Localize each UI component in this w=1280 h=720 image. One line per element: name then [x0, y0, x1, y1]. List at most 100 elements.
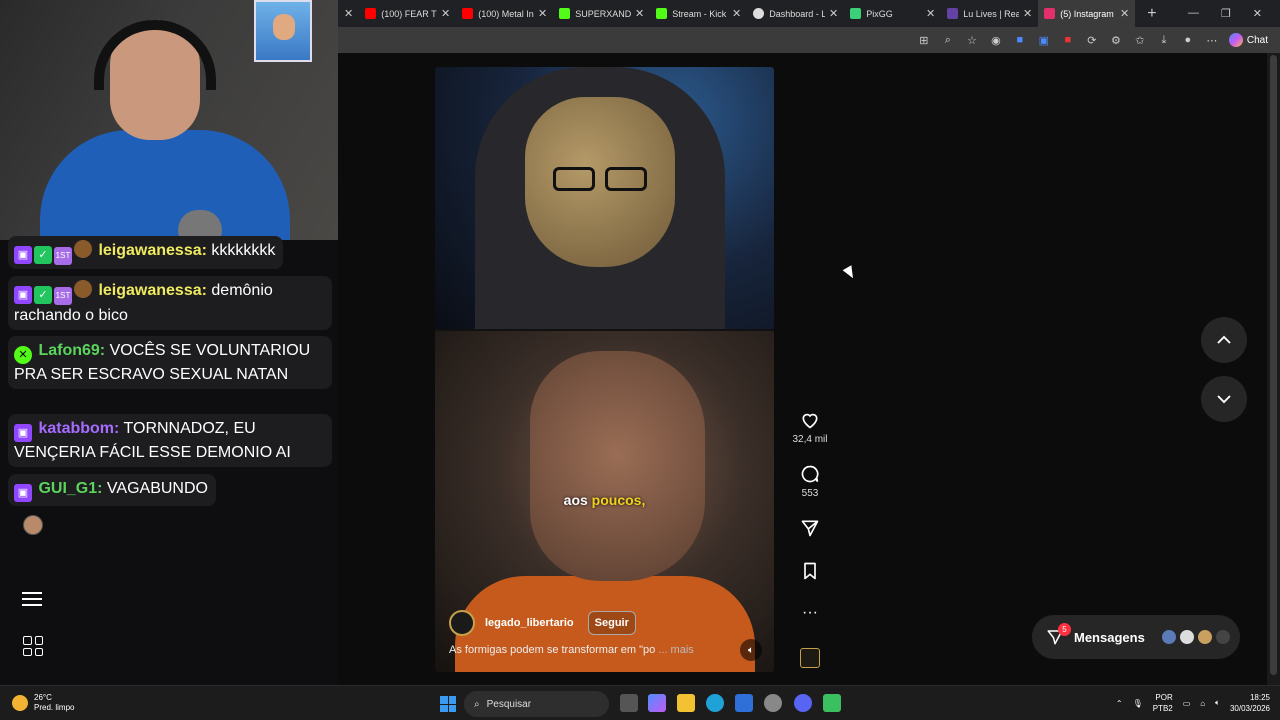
save-action[interactable] [790, 561, 830, 585]
comment-action[interactable]: 553 [790, 464, 830, 499]
kick-badge-icon: ✕ [14, 346, 32, 364]
close-tab-icon[interactable]: ✕ [732, 7, 741, 20]
refresh-extension-icon[interactable]: ⟳ [1085, 33, 1099, 47]
copilot-chat-button[interactable]: Chat [1228, 33, 1268, 47]
restore-icon[interactable]: ❐ [1221, 7, 1231, 20]
messages-widget[interactable]: 5 Mensagens [1032, 615, 1240, 659]
weather-widget[interactable]: 26°C Pred. limpo [12, 693, 74, 713]
reel-description[interactable]: As formigas podem se transformar em "po … [449, 644, 694, 656]
close-tab-icon[interactable]: ✕ [1120, 7, 1129, 20]
discord-icon[interactable] [794, 694, 812, 712]
reel-video[interactable]: aos poucos, legado_libertario Seguir As … [435, 67, 774, 672]
chevron-down-icon [1217, 395, 1231, 404]
copilot-icon [1228, 33, 1243, 47]
volume-tray-icon[interactable]: 🔈︎ [1215, 698, 1220, 708]
settings-extension-icon[interactable]: ⚙ [1109, 33, 1123, 47]
close-tab-icon[interactable]: ✕ [441, 7, 450, 20]
clock[interactable]: 18:25 30/03/2026 [1230, 692, 1270, 714]
page-scrollbar[interactable] [1267, 53, 1280, 685]
search-placeholder: Pesquisar [486, 698, 532, 710]
account-avatar[interactable] [449, 610, 475, 636]
edge-icon[interactable] [706, 694, 724, 712]
browser-tab[interactable]: Stream - Kick Da ✕ [650, 0, 747, 27]
tab-title: Lu Lives | React [963, 8, 1019, 19]
browser-tab[interactable]: PixGG ✕ [844, 0, 941, 27]
volume-icon[interactable]: 🔈︎ [740, 639, 762, 661]
keyboard-code: PTB2 [1152, 704, 1173, 713]
translate-icon[interactable]: ▣ [1037, 33, 1051, 47]
more-options-icon[interactable]: ··· [790, 604, 830, 622]
browser-tab[interactable]: (100) FEAR THE ✕ [359, 0, 456, 27]
favorite-star-icon[interactable]: ☆ [965, 33, 979, 47]
extension-icon[interactable]: ◉ [989, 33, 1003, 47]
hamburger-menu-icon[interactable] [22, 588, 42, 608]
tab-title: SUPERXANDAO [575, 8, 631, 19]
heart-icon[interactable] [800, 410, 820, 430]
browser-tab[interactable]: Dashboard - Live ✕ [747, 0, 844, 27]
close-tab-icon[interactable]: ✕ [829, 7, 838, 20]
mic-icon[interactable]: 🎙︎ [1133, 699, 1143, 708]
download-icon[interactable]: ⤓ [1157, 33, 1171, 47]
previous-reel-button[interactable] [1201, 317, 1247, 363]
next-reel-button[interactable] [1201, 376, 1247, 422]
chat-label: Chat [1246, 34, 1268, 46]
contact-avatar [1160, 629, 1177, 645]
pdf-icon[interactable]: ■ [1061, 33, 1075, 47]
close-tab-icon[interactable]: ✕ [1023, 7, 1032, 20]
contact-avatar [1178, 629, 1195, 645]
copilot-taskbar-icon[interactable] [648, 694, 666, 712]
tab-title: (100) FEAR THE [381, 8, 437, 19]
task-view-icon[interactable] [620, 694, 638, 712]
zoom-icon[interactable]: ⌕ [941, 33, 955, 47]
file-explorer-icon[interactable] [677, 694, 695, 712]
streamer-shirt [40, 130, 290, 240]
bookmark-icon[interactable] [800, 561, 820, 581]
more-options-icon[interactable]: ⋯ [1205, 33, 1219, 47]
browser-tab[interactable]: Lu Lives | React ✕ [941, 0, 1038, 27]
chat-username: katabbom: [38, 420, 120, 437]
first-badge-icon: 1ST [54, 287, 72, 305]
video-caption: aos poucos, [435, 492, 774, 508]
twitch-badge-icon: ▣ [14, 484, 32, 502]
bowl-badge-icon [74, 240, 92, 258]
user-avatar[interactable] [23, 515, 43, 535]
close-tab-icon[interactable]: ✕ [926, 7, 935, 20]
masked-face [525, 97, 675, 267]
shield-icon[interactable]: ■ [1013, 33, 1027, 47]
close-tab-icon[interactable]: ✕ [338, 7, 359, 20]
apps-grid-icon[interactable] [23, 636, 43, 656]
tray-chevron-icon[interactable]: ⌃ [1116, 699, 1123, 708]
app-icon[interactable] [823, 694, 841, 712]
profile-icon[interactable]: ● [1181, 33, 1195, 47]
kick-icon [559, 8, 571, 19]
close-window-icon[interactable]: ✕ [1253, 7, 1262, 20]
close-tab-icon[interactable]: ✕ [538, 7, 547, 20]
taskbar-search[interactable]: ⌕ Pesquisar [464, 691, 609, 717]
browser-tab-active[interactable]: (5) Instagram ✕ [1038, 0, 1136, 27]
browser-toolbar: ⊞ ⌕ ☆ ◉ ■ ▣ ■ ⟳ ⚙ ✩ ⤓ ● ⋯ Chat [338, 27, 1280, 53]
comment-icon[interactable] [800, 464, 820, 484]
windows-start-icon[interactable] [440, 696, 456, 712]
favorites-icon[interactable]: ✩ [1133, 33, 1147, 47]
browser-tab[interactable]: (100) Metal Inst ✕ [456, 0, 553, 27]
store-icon[interactable] [735, 694, 753, 712]
browser-tab[interactable]: SUPERXANDAO ✕ [553, 0, 650, 27]
like-action[interactable]: 32,4 mil [790, 410, 830, 445]
steam-icon[interactable] [764, 694, 782, 712]
account-name[interactable]: legado_libertario [485, 617, 574, 629]
close-tab-icon[interactable]: ✕ [635, 7, 644, 20]
app-available-icon[interactable]: ⊞ [917, 33, 931, 47]
follow-button[interactable]: Seguir [587, 611, 636, 635]
input-language[interactable]: POR PTB2 [1153, 692, 1173, 714]
audio-thumbnail[interactable] [800, 648, 820, 668]
wall-poster [254, 0, 312, 62]
send-icon[interactable] [800, 518, 820, 538]
more-link[interactable]: ... mais [658, 644, 693, 656]
chat-message: ▣ GUI_G1: VAGABUNDO [8, 474, 216, 506]
new-tab-icon[interactable]: + [1147, 5, 1156, 23]
twitch-badge-icon: ▣ [14, 286, 32, 304]
minimize-icon[interactable]: — [1188, 7, 1199, 20]
share-action[interactable] [790, 518, 830, 542]
display-icon[interactable]: ▭ [1183, 699, 1191, 708]
network-icon[interactable]: ⌂ [1200, 699, 1205, 708]
